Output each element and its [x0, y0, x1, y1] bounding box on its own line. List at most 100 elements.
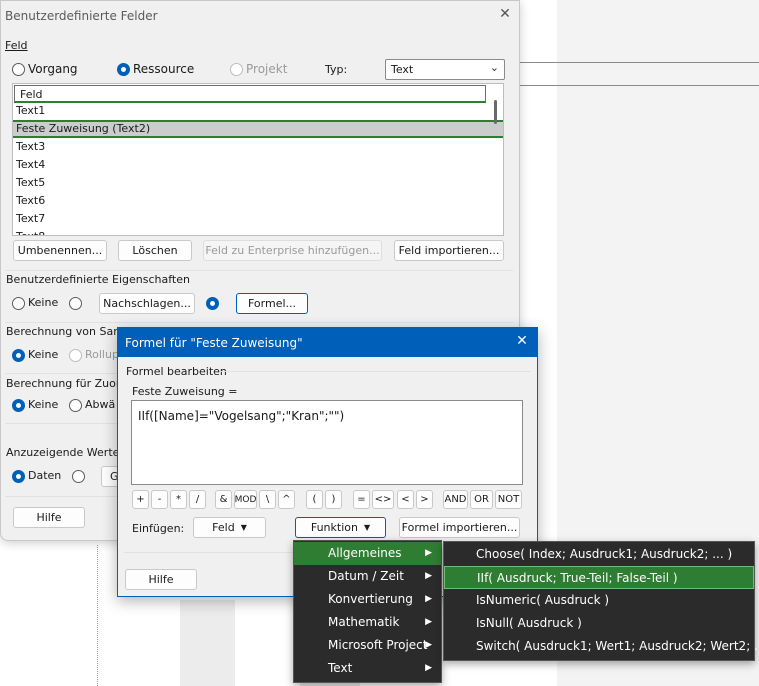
list-item[interactable]: Text5 [13, 174, 503, 192]
op-not-button[interactable]: NOT [495, 490, 522, 509]
op-minus-button[interactable]: - [151, 490, 168, 509]
type-vorgang-label: Vorgang [28, 62, 78, 76]
op-rparen-button[interactable]: ) [325, 490, 342, 509]
op-equal-button[interactable]: = [353, 490, 370, 509]
menu-item-text[interactable]: Text ▶ [294, 657, 441, 680]
edit-formula-label: Formel bearbeiten [126, 365, 227, 378]
display-data-label: Daten [28, 469, 62, 482]
typ-select-value: Text [391, 63, 414, 76]
op-backslash-button[interactable]: \ [259, 490, 276, 509]
function-category-menu: Allgemeines ▶ Datum / Zeit ▶ Konvertierung… [293, 540, 442, 683]
display-g-radio[interactable] [72, 470, 85, 483]
op-or-button[interactable]: OR [470, 490, 493, 509]
list-item[interactable]: Text4 [13, 156, 503, 174]
summary-none-radio[interactable] [12, 349, 25, 362]
chevron-right-icon: ▶ [425, 640, 432, 650]
type-ressource-label: Ressource [133, 62, 195, 76]
summary-none-label: Keine [28, 348, 59, 361]
type-projekt-label: Projekt [246, 62, 288, 76]
menu-item-datum-zeit[interactable]: Datum / Zeit ▶ [294, 565, 441, 588]
divider [5, 322, 513, 323]
op-lparen-button[interactable]: ( [306, 490, 323, 509]
rename-button[interactable]: Umbenennen... [13, 240, 107, 261]
op-multiply-button[interactable]: * [170, 490, 187, 509]
function-isnumeric[interactable]: IsNumeric( Ausdruck ) [444, 589, 754, 612]
chevron-right-icon: ▶ [425, 571, 432, 581]
function-submenu: Choose( Index; Ausdruck1; Ausdruck2; ...… [443, 541, 759, 661]
formula-dialog-titlebar: Formel für "Feste Zuweisung" ✕ [118, 328, 537, 357]
function-isnull[interactable]: IsNull( Ausdruck ) [444, 612, 754, 635]
props-lookup-radio[interactable] [69, 297, 82, 310]
assign-abw-radio[interactable] [69, 399, 82, 412]
function-switch[interactable]: Switch( Ausdruck1; Wert1; Ausdruck2; Wer… [444, 635, 759, 658]
menu-item-allgemeines[interactable]: Allgemeines ▶ [294, 542, 441, 565]
list-item[interactable]: Text3 [13, 138, 503, 156]
chevron-right-icon: ▶ [425, 617, 432, 627]
close-icon[interactable]: ✕ [514, 333, 530, 351]
field-list[interactable]: Feld Text1 Feste Zuweisung (Text2) Text3… [12, 83, 504, 236]
list-scrollbar-thumb[interactable] [494, 100, 497, 124]
background-dotted-line [97, 545, 98, 686]
chevron-right-icon: ▶ [425, 663, 432, 673]
dialog-title: Benutzerdefinierte Felder [5, 9, 158, 23]
custom-props-title: Benutzerdefinierte Eigenschaften [6, 273, 190, 286]
insert-function-button[interactable]: Funktion ▼ [295, 517, 386, 538]
props-formula-radio[interactable] [206, 297, 219, 310]
formula-help-button[interactable]: Hilfe [125, 569, 197, 590]
caret-down-icon: ▼ [240, 523, 247, 532]
props-none-label: Keine [28, 296, 59, 309]
formula-textarea[interactable]: IIf([Name]="Vogelsang";"Kran";"") [131, 400, 523, 485]
assign-none-radio[interactable] [12, 399, 25, 412]
add-to-enterprise-button: Feld zu Enterprise hinzufügen... [203, 240, 382, 261]
field-name-label: Feste Zuweisung = [132, 385, 238, 398]
formula-text: IIf([Name]="Vogelsang";"Kran";"") [138, 409, 345, 423]
function-choose[interactable]: Choose( Index; Ausdruck1; Ausdruck2; ...… [444, 543, 754, 566]
typ-select[interactable]: Text ⌄ [385, 59, 505, 80]
list-item-selected[interactable]: Feste Zuweisung (Text2) [13, 120, 503, 138]
op-less-button[interactable]: < [397, 490, 414, 509]
summary-rollup-label: Rollup [85, 348, 119, 361]
list-item[interactable]: Text7 [13, 210, 503, 228]
type-ressource-radio[interactable] [117, 63, 130, 76]
delete-button[interactable]: Löschen [118, 240, 192, 261]
caret-down-icon: ▼ [363, 523, 371, 532]
menu-item-microsoft-project[interactable]: Microsoft Project ▶ [294, 634, 441, 657]
op-plus-button[interactable]: + [132, 490, 149, 509]
op-mod-button[interactable]: MOD [234, 490, 257, 509]
typ-label: Typ: [325, 63, 348, 76]
chevron-right-icon: ▶ [425, 594, 432, 604]
type-projekt-radio [230, 63, 243, 76]
display-data-radio[interactable] [12, 470, 25, 483]
insert-field-button[interactable]: Feld ▼ [193, 517, 266, 538]
op-power-button[interactable]: ^ [278, 490, 295, 509]
field-section-label: Feld [5, 39, 28, 52]
insert-label: Einfügen: [132, 522, 185, 535]
op-concat-button[interactable]: & [215, 490, 232, 509]
menu-item-konvertierung[interactable]: Konvertierung ▶ [294, 588, 441, 611]
menu-item-mathematik[interactable]: Mathematik ▶ [294, 611, 441, 634]
formula-button[interactable]: Formel... [236, 293, 308, 314]
divider [5, 270, 513, 271]
divider [221, 371, 531, 372]
op-and-button[interactable]: AND [443, 490, 468, 509]
function-iif[interactable]: IIf( Ausdruck; True-Teil; False-Teil ) [444, 566, 754, 589]
op-divide-button[interactable]: / [189, 490, 206, 509]
list-item[interactable]: Text6 [13, 192, 503, 210]
background-line [520, 62, 759, 63]
op-notequal-button[interactable]: <> [372, 490, 394, 509]
lookup-button[interactable]: Nachschlagen... [99, 293, 195, 314]
summary-title: Berechnung von Samm [6, 325, 135, 338]
props-none-radio[interactable] [12, 297, 25, 310]
import-formula-button[interactable]: Formel importieren... [399, 517, 520, 538]
help-button[interactable]: Hilfe [13, 507, 85, 528]
assign-none-label: Keine [28, 398, 59, 411]
type-vorgang-radio[interactable] [12, 63, 25, 76]
summary-rollup-radio [69, 349, 82, 362]
close-icon[interactable]: ✕ [497, 6, 513, 24]
list-item[interactable]: Text1 [13, 102, 503, 120]
import-field-button[interactable]: Feld importieren... [394, 240, 504, 261]
chevron-right-icon: ▶ [425, 548, 432, 558]
op-greater-button[interactable]: > [416, 490, 433, 509]
assign-abw-label: Abwä [85, 398, 116, 411]
list-item[interactable]: Text8 [13, 228, 503, 235]
